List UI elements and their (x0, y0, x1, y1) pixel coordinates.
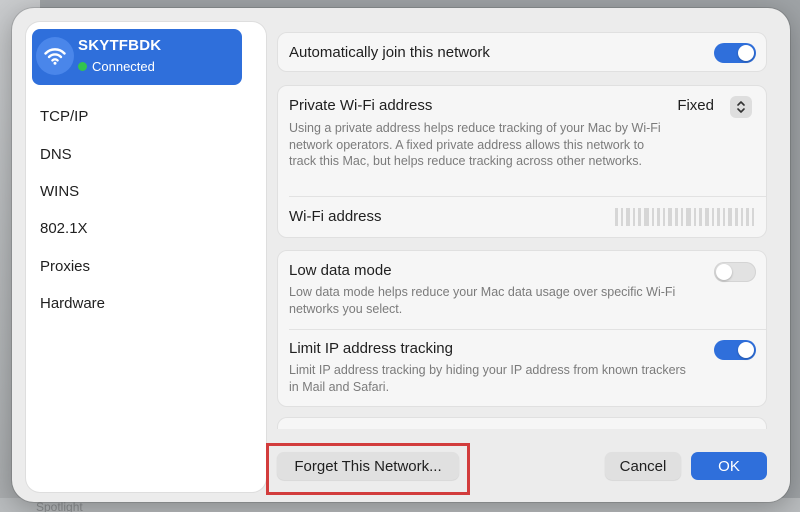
settings-panel: Automatically join this network Private … (277, 8, 777, 502)
limit-ip-label: Limit IP address tracking (289, 340, 453, 357)
sidebar-item-tcpip[interactable]: TCP/IP (40, 108, 88, 125)
network-status: Connected (78, 59, 155, 74)
cancel-button[interactable]: Cancel (605, 452, 681, 480)
sidebar-item-8021x[interactable]: 802.1X (40, 220, 88, 237)
sidebar-item-dns[interactable]: DNS (40, 146, 72, 163)
limit-ip-toggle[interactable] (714, 340, 756, 360)
sidebar-item-hardware[interactable]: Hardware (40, 295, 105, 312)
divider (289, 196, 766, 197)
private-address-label: Private Wi-Fi address (289, 97, 433, 114)
connected-dot-icon (78, 62, 87, 71)
limit-ip-description: Limit IP address tracking by hiding your… (289, 363, 686, 394)
highlight-box (266, 443, 470, 495)
auto-join-toggle[interactable] (714, 43, 756, 63)
wifi-address-label: Wi-Fi address (289, 208, 382, 225)
network-name: SKYTFBDK (78, 37, 162, 54)
divider (289, 329, 766, 330)
sidebar: SKYTFBDK Connected TCP/IP DNS WINS 802.1… (26, 22, 266, 492)
private-address-value[interactable]: Fixed (677, 97, 714, 114)
ok-button[interactable]: OK (691, 452, 767, 480)
auto-join-label: Automatically join this network (289, 44, 490, 61)
low-data-label: Low data mode (289, 262, 392, 279)
sidebar-item-wins[interactable]: WINS (40, 183, 79, 200)
auto-join-card: Automatically join this network (277, 32, 767, 72)
low-data-toggle[interactable] (714, 262, 756, 282)
low-data-description: Low data mode helps reduce your Mac data… (289, 285, 676, 316)
private-address-card: Private Wi-Fi address Fixed Using a priv… (277, 85, 767, 238)
sidebar-item-proxies[interactable]: Proxies (40, 258, 90, 275)
wifi-icon (36, 37, 74, 75)
sidebar-item-network[interactable]: SKYTFBDK Connected (32, 29, 242, 85)
updown-chevron-icon[interactable] (730, 96, 752, 118)
private-address-description: Using a private address helps reduce tra… (289, 121, 661, 168)
network-status-label: Connected (92, 59, 155, 74)
wifi-address-redacted (615, 208, 754, 226)
data-tracking-card: Low data mode Low data mode helps reduce… (277, 250, 767, 407)
network-details-dialog: SKYTFBDK Connected TCP/IP DNS WINS 802.1… (12, 8, 790, 502)
